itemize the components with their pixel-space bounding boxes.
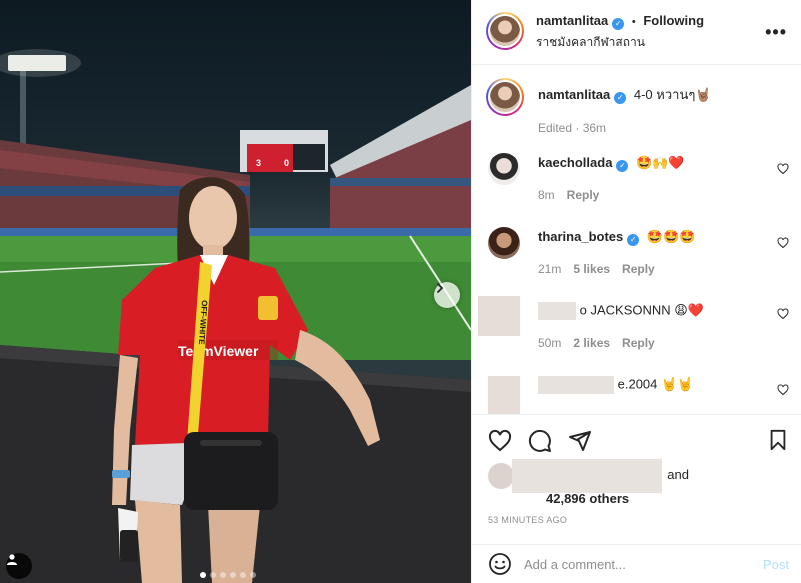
comment-username[interactable]: tharina_botes (538, 229, 623, 244)
sponsor-text: TeamViewer (178, 343, 259, 359)
comment-likes[interactable]: 2 likes (573, 336, 610, 350)
likes-and: and (667, 467, 689, 483)
verified-badge-icon: ✓ (627, 234, 640, 246)
following-button[interactable]: Following (643, 13, 704, 28)
liker-avatar (488, 463, 514, 489)
carousel-dot (230, 572, 236, 578)
caption-edited: Edited · 36m (538, 121, 607, 135)
carousel-dot (240, 572, 246, 578)
comment-item: o JACKSONNN 😩❤️ 50m 2 likes Reply (478, 296, 791, 358)
comment-text: e.2004 🤘🤘 (617, 376, 694, 392)
more-options-icon[interactable]: ••• (765, 22, 787, 43)
carousel-indicator (200, 572, 256, 578)
scoreboard-left: 3 (256, 158, 261, 168)
share-paper-plane-icon[interactable] (568, 429, 592, 453)
like-comment-heart-icon[interactable] (777, 237, 789, 249)
next-photo-button[interactable] (434, 282, 460, 308)
caption-text: 4-0 หวานๆ🤘🏽 (633, 87, 712, 102)
redacted-likers (511, 459, 662, 493)
caption-username[interactable]: namtanlitaa (538, 87, 610, 102)
user-icon (7, 554, 17, 565)
comment-meta: 21m 5 likes Reply (538, 262, 767, 276)
commenter-avatar[interactable] (488, 153, 520, 185)
carousel-dot (220, 572, 226, 578)
post-modal: 3 0 TeamViewer OFF-WHITE namtanlitaa ✓ •… (0, 0, 801, 583)
comment-meta: 8m Reply (538, 188, 767, 202)
comment-item: e.2004 🤘🤘 (488, 374, 791, 414)
comment-text: 🤩🤩🤩 (646, 229, 696, 244)
tagged-users-button[interactable] (6, 553, 32, 579)
reply-button[interactable]: Reply (567, 188, 600, 202)
comment-text: 🤩🙌❤️ (636, 155, 685, 170)
carousel-dot (210, 572, 216, 578)
likes-others[interactable]: 42,896 others (546, 491, 689, 506)
caption-meta: Edited · 36m (538, 121, 767, 135)
likes-summary[interactable]: and 42,896 others (488, 459, 689, 506)
save-bookmark-icon[interactable] (767, 429, 789, 451)
post-location[interactable]: ราชมังคลากีฬาสถาน (536, 33, 645, 52)
comment-text: o JACKSONNN 😩❤️ (579, 302, 704, 318)
like-comment-heart-icon[interactable] (777, 163, 789, 175)
comment-meta: 50m 2 likes Reply (538, 336, 767, 350)
comment-item: kaechollada ✓ 🤩🙌❤️ 8m Reply (488, 153, 791, 209)
commenter-avatar[interactable] (488, 227, 520, 259)
redacted-username (538, 302, 576, 320)
reply-button[interactable]: Reply (622, 262, 655, 276)
caption-author-avatar[interactable] (486, 78, 524, 116)
like-comment-heart-icon[interactable] (777, 308, 789, 320)
post-sidebar: namtanlitaa ✓ • Following ราชมังคลากีฬาสถ… (471, 0, 801, 583)
comment-input[interactable] (524, 556, 744, 572)
post-comment-button[interactable]: Post (763, 557, 789, 572)
add-comment-bar: Post (472, 544, 801, 583)
reply-button[interactable]: Reply (622, 336, 655, 350)
commenter-avatar-redacted[interactable] (478, 296, 520, 336)
comment-likes[interactable]: 5 likes (573, 262, 610, 276)
verified-badge-icon: ✓ (616, 160, 629, 172)
emoji-smiley-icon[interactable] (488, 552, 512, 576)
verified-badge-icon: ✓ (612, 18, 625, 30)
caption: namtanlitaa ✓ 4-0 หวานๆ🤘🏽 Edited · 36m (486, 78, 791, 135)
separator-dot: • (631, 16, 636, 28)
post-actions: and 42,896 others 53 MINUTES AGO (472, 414, 801, 544)
comment-time: 8m (538, 188, 555, 202)
author-avatar[interactable] (486, 12, 524, 50)
comment-time: 50m (538, 336, 562, 350)
post-header: namtanlitaa ✓ • Following ราชมังคลากีฬาสถ… (472, 0, 801, 65)
chevron-right-icon (437, 283, 444, 293)
author-username[interactable]: namtanlitaa (536, 13, 608, 28)
post-timestamp[interactable]: 53 MINUTES AGO (488, 515, 567, 525)
like-comment-heart-icon[interactable] (777, 384, 789, 396)
comment-time: 21m (538, 262, 562, 276)
carousel-dot (250, 572, 256, 578)
comment-item: tharina_botes ✓ 🤩🤩🤩 21m 5 likes Reply (488, 227, 791, 283)
comment-bubble-icon[interactable] (528, 429, 552, 453)
scoreboard-right: 0 (284, 158, 289, 168)
verified-badge-icon: ✓ (614, 92, 627, 104)
like-heart-icon[interactable] (488, 429, 512, 453)
post-photo[interactable]: 3 0 TeamViewer OFF-WHITE (0, 0, 471, 583)
carousel-dot (200, 572, 206, 578)
commenter-avatar-redacted[interactable] (488, 376, 520, 414)
comment-username[interactable]: kaechollada (538, 155, 612, 170)
stadium-photo: 3 0 TeamViewer OFF-WHITE (0, 49, 471, 583)
redacted-username (538, 376, 614, 394)
